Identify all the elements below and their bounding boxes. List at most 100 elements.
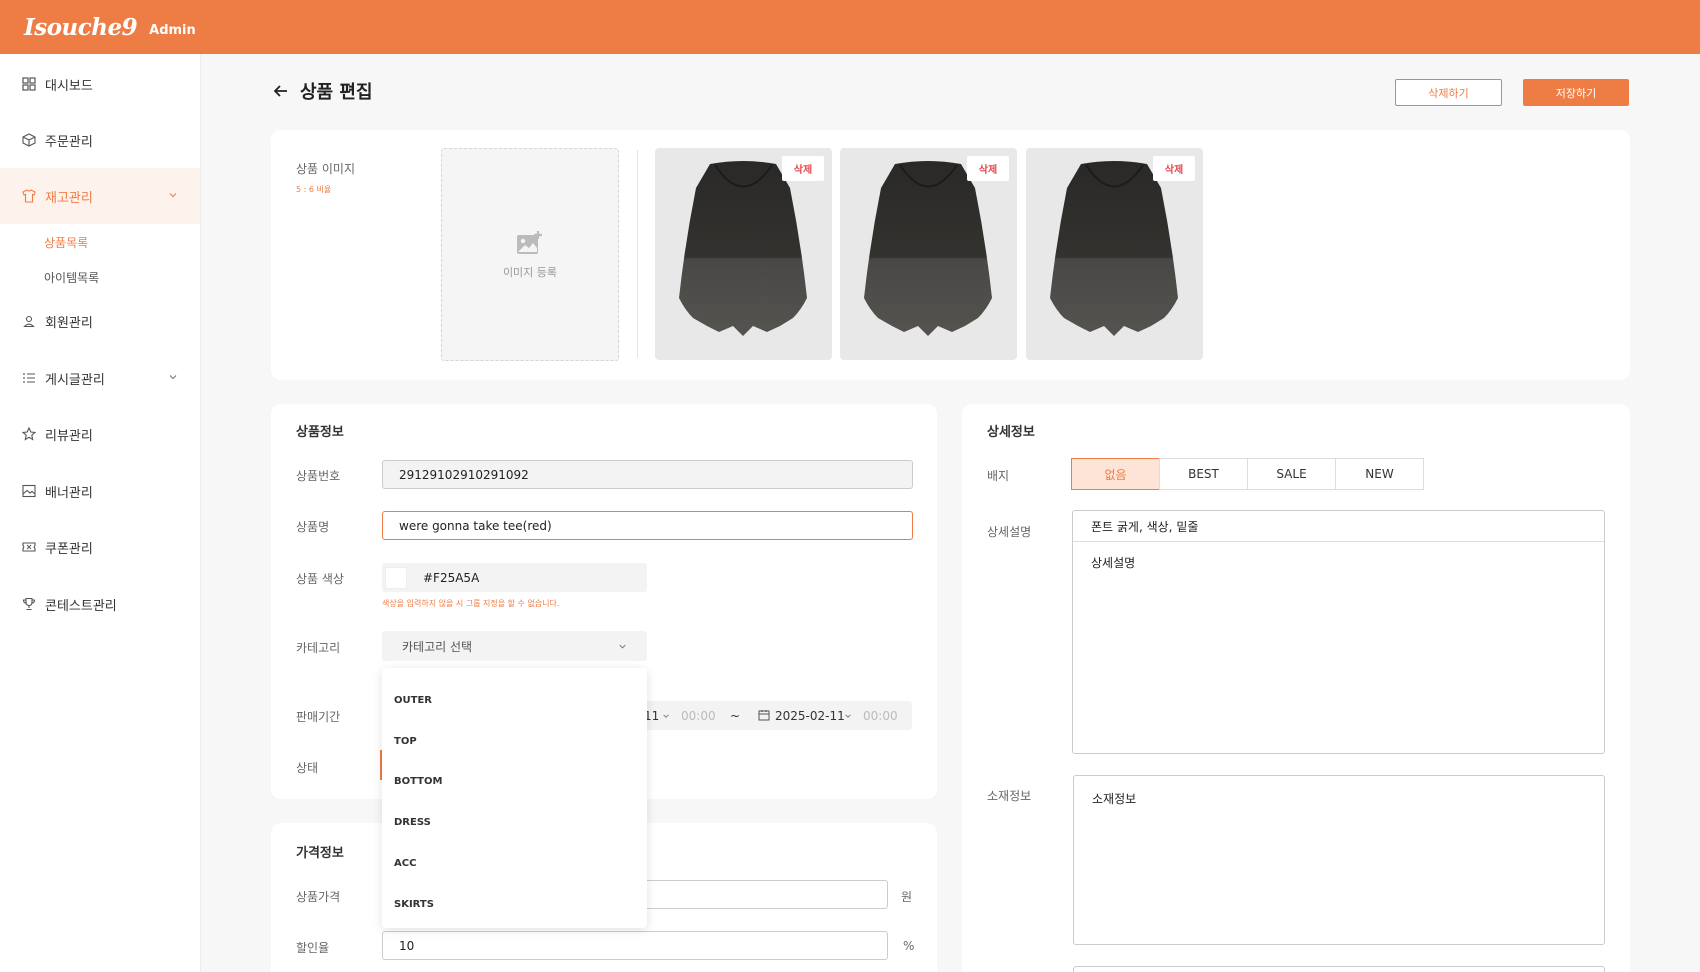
category-select[interactable]: 카테고리 선택 [382, 631, 647, 661]
page-title: 상품 편집 [300, 82, 373, 103]
sidebar-item-label: 회원관리 [45, 315, 93, 331]
color-hint: 색상을 입력하지 않을 시 그룹 지정을 할 수 없습니다. [382, 599, 560, 608]
product-name-label: 상품명 [296, 520, 330, 534]
badge-option-best[interactable]: BEST [1159, 458, 1248, 490]
chevron-down-icon [663, 714, 669, 718]
sidebar-item-label: 주문관리 [45, 134, 93, 150]
category-option-outer[interactable]: OUTER [394, 695, 432, 706]
upload-text: 이미지 등록 [502, 265, 558, 279]
product-name-field[interactable]: were gonna take tee(red) [382, 511, 913, 540]
calendar-icon [758, 710, 770, 721]
top-bar: Isouche9 Admin [0, 0, 1700, 54]
shirt-icon [22, 189, 36, 203]
product-thumbnail[interactable]: 삭제 [1026, 148, 1203, 360]
product-thumbnail[interactable]: 삭제 [655, 148, 832, 360]
grid-icon [22, 77, 36, 91]
delete-button[interactable]: 삭제하기 [1395, 79, 1502, 106]
period-end-time[interactable]: 00:00 [863, 709, 898, 723]
image-icon [22, 484, 36, 498]
period-end-date[interactable]: 2025-02-11 [775, 709, 845, 723]
description-label: 상세설명 [987, 525, 1032, 539]
sidebar-item-banners[interactable]: 배너관리 [0, 463, 200, 519]
chevron-down-icon [169, 375, 177, 380]
sidebar-item-contests[interactable]: 콘테스트관리 [0, 576, 200, 632]
sale-period-label: 판매기간 [296, 710, 341, 724]
list-icon [22, 371, 36, 385]
category-option-dress[interactable]: DRESS [394, 817, 431, 828]
sidebar-item-label: 콘테스트관리 [45, 598, 117, 614]
add-image-icon [517, 230, 542, 254]
brand-logo[interactable]: Isouche9 [24, 14, 138, 41]
divider [637, 150, 638, 358]
chevron-down-icon [845, 714, 851, 718]
color-swatch[interactable] [385, 566, 407, 589]
product-number-label: 상품번호 [296, 469, 341, 483]
category-select-value: 카테고리 선택 [402, 639, 473, 654]
material-textarea[interactable]: 소재정보 [1073, 775, 1605, 945]
sidebar-item-inventory[interactable]: 재고관리 [0, 168, 200, 224]
sidebar: 대시보드 주문관리 재고관리 상품목록 아이템목록 회원관리 게시글관리 리뷰관… [0, 54, 201, 972]
category-option-top[interactable]: TOP [394, 736, 417, 747]
next-field-edge [1073, 966, 1605, 972]
image-ratio-hint: 5 : 6 비율 [296, 185, 332, 194]
editor-toolbar[interactable]: 폰트 굵게, 색상, 밑줄 [1073, 511, 1604, 542]
ticket-icon [22, 540, 36, 554]
brand-sub: Admin [149, 22, 196, 38]
badge-option-sale[interactable]: SALE [1247, 458, 1336, 490]
chevron-down-icon [169, 193, 177, 198]
delete-image-button[interactable]: 삭제 [782, 156, 824, 181]
sidebar-subitem-product-list[interactable]: 상품목록 [44, 234, 88, 251]
period-start-time[interactable]: 00:00 [681, 709, 716, 723]
category-option-acc[interactable]: ACC [394, 858, 416, 869]
chevron-down-icon [619, 644, 626, 649]
sidebar-item-orders[interactable]: 주문관리 [0, 112, 200, 168]
save-button[interactable]: 저장하기 [1523, 79, 1629, 106]
badge-label: 배지 [987, 469, 1010, 483]
price-unit: 원 [901, 890, 913, 904]
sidebar-subitem-item-list[interactable]: 아이템목록 [44, 269, 99, 286]
category-option-bottom[interactable]: BOTTOM [394, 776, 442, 787]
product-info-title: 상품정보 [296, 425, 344, 440]
price-info-title: 가격정보 [296, 846, 344, 861]
sidebar-item-label: 배너관리 [45, 485, 93, 501]
badge-option-none[interactable]: 없음 [1071, 458, 1160, 490]
box-icon [22, 133, 36, 147]
category-label: 카테고리 [296, 641, 341, 655]
sidebar-item-reviews[interactable]: 리뷰관리 [0, 406, 200, 462]
discount-unit: % [903, 939, 915, 953]
description-body[interactable]: 상세설명 [1073, 542, 1604, 583]
page-header: 상품 편집 [272, 78, 373, 104]
image-upload-box[interactable]: 이미지 등록 [441, 148, 619, 361]
sidebar-item-posts[interactable]: 게시글관리 [0, 350, 200, 406]
sidebar-item-label: 대시보드 [45, 78, 93, 94]
price-label: 상품가격 [296, 890, 341, 904]
trophy-icon [22, 597, 36, 611]
category-option-skirts[interactable]: SKIRTS [394, 899, 434, 910]
sidebar-item-label: 재고관리 [45, 190, 93, 206]
sidebar-item-label: 쿠폰관리 [45, 541, 93, 557]
user-icon [22, 314, 36, 328]
detail-info-title: 상세정보 [987, 425, 1035, 440]
status-label: 상태 [296, 761, 319, 775]
product-thumbnail[interactable]: 삭제 [840, 148, 1017, 360]
badge-selector: 없음 BEST SALE NEW [1071, 458, 1424, 490]
period-separator: ~ [730, 709, 741, 723]
badge-option-new[interactable]: NEW [1335, 458, 1424, 490]
discount-label: 할인율 [296, 941, 330, 955]
category-dropdown: OUTER TOP BOTTOM DRESS ACC SKIRTS [382, 668, 647, 928]
back-arrow-icon[interactable] [272, 82, 290, 100]
sidebar-item-members[interactable]: 회원관리 [0, 293, 200, 349]
discount-field[interactable]: 10 [382, 931, 888, 960]
star-icon [22, 427, 36, 441]
image-label: 상품 이미지 [296, 162, 356, 176]
sidebar-item-dashboard[interactable]: 대시보드 [0, 56, 200, 112]
color-value: #F25A5A [423, 570, 480, 585]
product-color-field[interactable]: #F25A5A [382, 563, 647, 592]
delete-image-button[interactable]: 삭제 [967, 156, 1009, 181]
sidebar-item-coupons[interactable]: 쿠폰관리 [0, 519, 200, 575]
delete-image-button[interactable]: 삭제 [1153, 156, 1195, 181]
product-number-field[interactable]: 29129102910291092 [382, 460, 913, 489]
product-color-label: 상품 색상 [296, 572, 344, 586]
sidebar-item-label: 게시글관리 [45, 372, 105, 388]
sidebar-item-label: 리뷰관리 [45, 428, 93, 444]
